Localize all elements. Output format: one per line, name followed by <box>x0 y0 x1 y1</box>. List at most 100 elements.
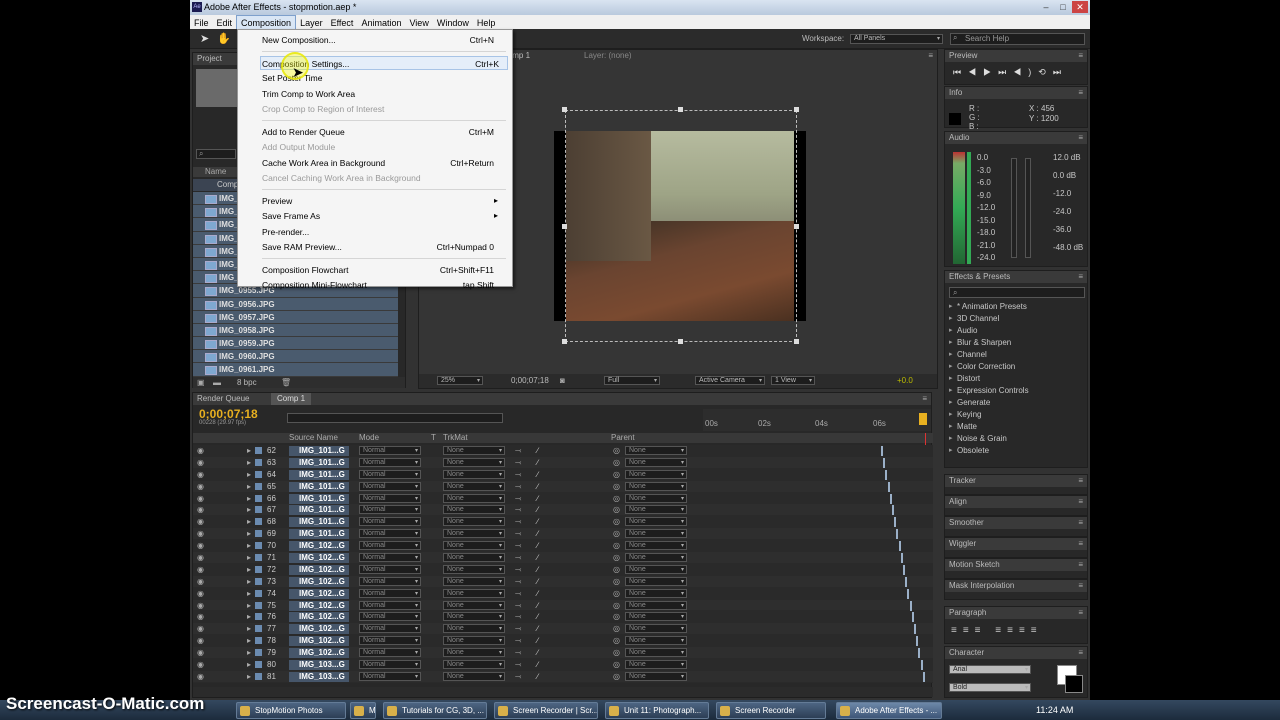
label-color[interactable] <box>255 518 262 526</box>
quality-switch-icon[interactable]: ∕ <box>537 623 538 635</box>
hand-tool-icon[interactable]: ✋ <box>217 32 231 45</box>
visibility-eye-icon[interactable]: ◉ <box>197 481 204 493</box>
mode-dropdown[interactable]: Normal <box>359 541 421 551</box>
layer-row[interactable]: ◉ ▸ 67 IMG_101...G Normal None ⤙ ∕ ◎ None <box>193 504 933 517</box>
layer-row[interactable]: ◉ ▸ 77 IMG_102...G Normal None ⤙ ∕ ◎ None <box>193 623 933 636</box>
trkmat-dropdown[interactable]: None <box>443 457 505 467</box>
label-color[interactable] <box>255 470 262 478</box>
mode-dropdown[interactable]: Normal <box>359 660 421 670</box>
layer-source-name[interactable]: IMG_102...G <box>289 600 349 611</box>
taskbar-item[interactable]: Unit 11: Photograph... <box>605 702 709 719</box>
interpret-footage-icon[interactable]: ▣ <box>197 378 205 387</box>
trkmat-dropdown[interactable]: None <box>443 505 505 515</box>
label-color[interactable] <box>255 554 262 562</box>
font-family-dropdown[interactable]: Arial <box>949 665 1031 674</box>
layer-row[interactable]: ◉ ▸ 73 IMG_102...G Normal None ⤙ ∕ ◎ None <box>193 575 933 588</box>
layer-source-name[interactable]: IMG_101...G <box>289 505 349 516</box>
transform-handle[interactable] <box>678 107 683 112</box>
menu-item[interactable]: Add to Render Queue Ctrl+M <box>262 125 502 139</box>
mode-dropdown[interactable]: Normal <box>359 588 421 598</box>
paragraph-align-icons[interactable]: ≡≡≡ ≡≡≡≡ <box>951 625 1043 636</box>
close-button[interactable]: ✕ <box>1072 1 1088 13</box>
pickwhip-icon[interactable]: ◎ <box>613 481 620 493</box>
layer-duration-bar[interactable] <box>916 636 919 647</box>
t-header[interactable]: T <box>431 433 436 443</box>
layer-duration-bar[interactable] <box>889 493 892 504</box>
zoom-dropdown[interactable]: 25% <box>437 376 483 385</box>
list-item[interactable]: IMG_0956.JPG <box>193 297 398 311</box>
expand-arrow-icon[interactable]: ▸ <box>247 564 251 576</box>
quality-switch-icon[interactable]: ∕ <box>537 481 538 493</box>
visibility-eye-icon[interactable]: ◉ <box>197 623 204 635</box>
layer-duration-bar[interactable] <box>887 481 890 492</box>
trkmat-dropdown[interactable]: None <box>443 493 505 503</box>
parent-dropdown[interactable]: None <box>625 600 687 610</box>
trkmat-dropdown[interactable]: None <box>443 671 505 681</box>
visibility-eye-icon[interactable]: ◉ <box>197 647 204 659</box>
visibility-eye-icon[interactable]: ◉ <box>197 564 204 576</box>
layer-row[interactable]: ◉ ▸ 78 IMG_102...G Normal None ⤙ ∕ ◎ None <box>193 635 933 648</box>
shy-switch-icon[interactable]: ⤙ <box>515 445 521 457</box>
trkmat-dropdown[interactable]: None <box>443 469 505 479</box>
visibility-eye-icon[interactable]: ◉ <box>197 469 204 481</box>
layer-duration-bar[interactable] <box>894 517 897 528</box>
quality-switch-icon[interactable]: ∕ <box>537 564 538 576</box>
timeline-comp-tab[interactable]: Comp 1 <box>271 393 312 405</box>
visibility-eye-icon[interactable]: ◉ <box>197 493 204 505</box>
mode-dropdown[interactable]: Normal <box>359 446 421 455</box>
effects-search-input[interactable]: ⌕ <box>949 287 1085 298</box>
trkmat-dropdown[interactable]: None <box>443 660 505 670</box>
parent-dropdown[interactable]: None <box>625 541 687 551</box>
quality-switch-icon[interactable]: ∕ <box>537 552 538 564</box>
shy-switch-icon[interactable]: ⤙ <box>515 540 521 552</box>
trkmat-dropdown[interactable]: None <box>443 636 505 646</box>
quality-switch-icon[interactable]: ∕ <box>537 493 538 505</box>
transform-handle[interactable] <box>794 224 799 229</box>
menu-item[interactable]: Pre-render... <box>262 225 502 239</box>
align-tab[interactable]: Align ≡ <box>945 496 1087 508</box>
trkmat-dropdown[interactable]: None <box>443 553 505 563</box>
shy-switch-icon[interactable]: ⤙ <box>515 623 521 635</box>
effect-category[interactable]: Channel <box>945 349 1081 361</box>
layer-row[interactable]: ◉ ▸ 76 IMG_102...G Normal None ⤙ ∕ ◎ None <box>193 611 933 624</box>
trkmat-dropdown[interactable]: None <box>443 541 505 551</box>
menu-item[interactable]: Composition Flowchart Ctrl+Shift+F11 <box>262 263 502 277</box>
quality-switch-icon[interactable]: ∕ <box>537 659 538 671</box>
menu-view[interactable]: View <box>405 16 432 30</box>
mode-dropdown[interactable]: Normal <box>359 457 421 467</box>
menu-edit[interactable]: Edit <box>213 16 237 30</box>
list-item[interactable]: IMG_0957.JPG <box>193 310 398 324</box>
layer-duration-bar[interactable] <box>911 612 914 623</box>
pickwhip-icon[interactable]: ◎ <box>613 671 620 683</box>
pickwhip-icon[interactable]: ◎ <box>613 647 620 659</box>
layer-duration-bar[interactable] <box>900 553 903 564</box>
visibility-eye-icon[interactable]: ◉ <box>197 516 204 528</box>
taskbar-item-active[interactable]: Adobe After Effects - ... <box>836 702 942 719</box>
effects-presets-tab[interactable]: Effects & Presets ≡ <box>945 271 1087 283</box>
layer-row[interactable]: ◉ ▸ 74 IMG_102...G Normal None ⤙ ∕ ◎ None <box>193 587 933 600</box>
layer-row[interactable]: ◉ ▸ 65 IMG_101...G Normal None ⤙ ∕ ◎ None <box>193 480 933 493</box>
timeline-timecode[interactable]: 0;00;07;18 <box>199 407 258 421</box>
shy-switch-icon[interactable]: ⤙ <box>515 576 521 588</box>
bpc-label[interactable]: 8 bpc <box>237 378 257 387</box>
layer-source-name[interactable]: IMG_103...G <box>289 671 349 682</box>
layer-duration-bar[interactable] <box>922 671 925 682</box>
shy-switch-icon[interactable]: ⤙ <box>515 635 521 647</box>
parent-dropdown[interactable]: None <box>625 469 687 479</box>
parent-dropdown[interactable]: None <box>625 660 687 670</box>
pickwhip-icon[interactable]: ◎ <box>613 588 620 600</box>
expand-arrow-icon[interactable]: ▸ <box>247 647 251 659</box>
trkmat-dropdown[interactable]: None <box>443 481 505 491</box>
shy-switch-icon[interactable]: ⤙ <box>515 659 521 671</box>
layer-duration-bar[interactable] <box>918 648 921 659</box>
layer-row[interactable]: ◉ ▸ 63 IMG_101...G Normal None ⤙ ∕ ◎ None <box>193 456 933 469</box>
expand-arrow-icon[interactable]: ▸ <box>247 540 251 552</box>
layer-row[interactable]: ◉ ▸ 79 IMG_102...G Normal None ⤙ ∕ ◎ None <box>193 647 933 660</box>
expand-arrow-icon[interactable]: ▸ <box>247 516 251 528</box>
layer-duration-bar[interactable] <box>920 660 923 671</box>
layer-source-name[interactable]: IMG_102...G <box>289 648 349 659</box>
playhead[interactable] <box>919 413 927 425</box>
expand-arrow-icon[interactable]: ▸ <box>247 445 251 457</box>
expand-arrow-icon[interactable]: ▸ <box>247 504 251 516</box>
panel-menu-icon[interactable]: ≡ <box>928 50 933 62</box>
